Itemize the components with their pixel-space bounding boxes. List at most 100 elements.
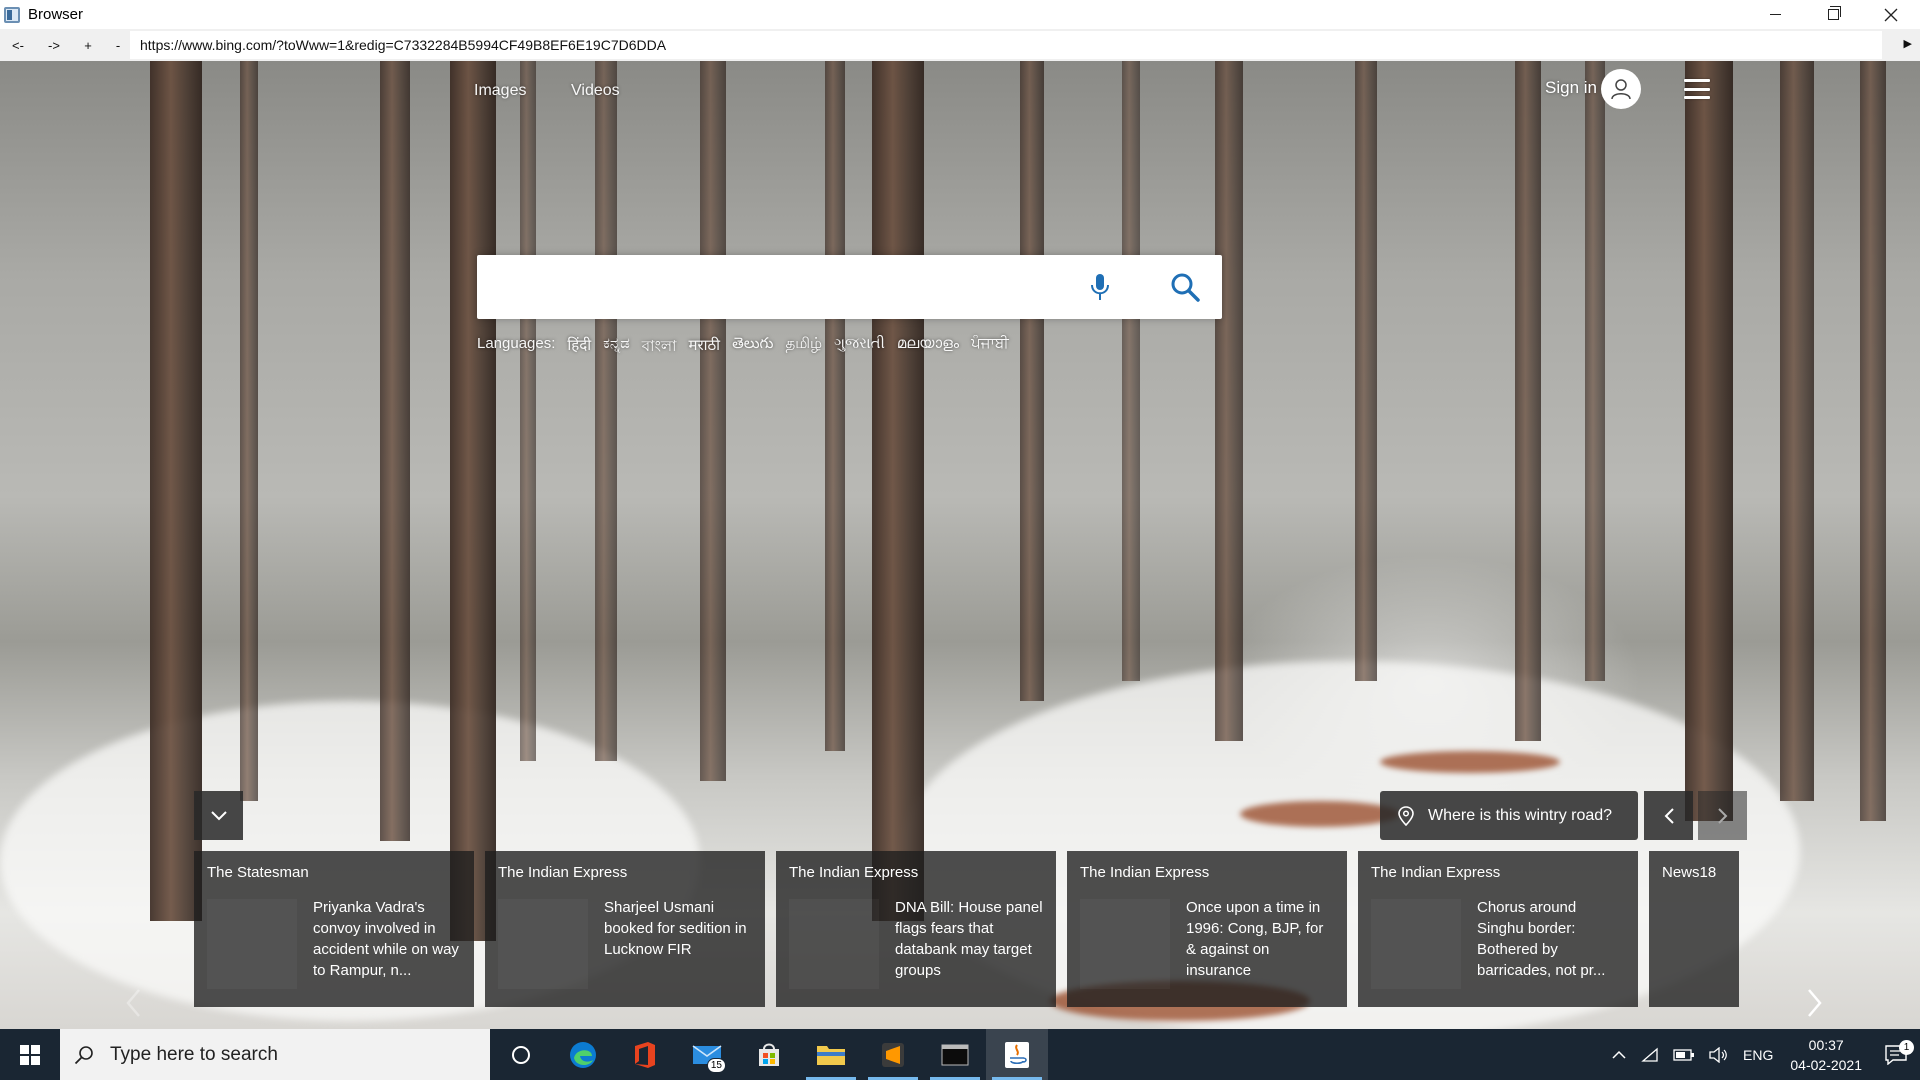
window-controls (1746, 0, 1920, 29)
news-source: The Indian Express (1080, 864, 1210, 881)
news-source: The Indian Express (789, 864, 919, 881)
close-button[interactable] (1862, 0, 1920, 29)
news-headline: Chorus around Singhu border: Bothered by… (1477, 899, 1606, 979)
nav-videos-link[interactable]: Videos (571, 82, 620, 100)
next-image-button[interactable] (1698, 791, 1747, 840)
news-card[interactable]: The Indian Express DNA Bill: House panel… (776, 851, 1056, 1007)
taskbar-terminal[interactable] (924, 1029, 986, 1080)
taskbar-office[interactable] (614, 1029, 676, 1080)
restore-icon (1827, 6, 1841, 20)
folder-icon (817, 1045, 845, 1065)
search-icon (74, 1045, 93, 1064)
minimize-button[interactable] (1746, 0, 1804, 29)
image-info-button[interactable]: Where is this wintry road? (1380, 791, 1638, 840)
taskbar-search-placeholder: Type here to search (110, 1043, 278, 1065)
taskbar-java-app[interactable] (986, 1029, 1048, 1080)
news-scroll-right-button[interactable] (1800, 983, 1830, 1023)
sign-in-link[interactable]: Sign in (1545, 78, 1597, 98)
search-input[interactable] (491, 267, 1081, 307)
battery-button[interactable] (1666, 1048, 1702, 1062)
taskbar-file-explorer[interactable] (800, 1029, 862, 1080)
notification-count-badge: 1 (1899, 1039, 1914, 1055)
news-headline: Once upon a time in 1996: Cong, BJP, for… (1186, 899, 1324, 979)
language-link-gujarati[interactable]: ગુજરાતી (834, 335, 885, 360)
language-link-hindi[interactable]: हिंदी (567, 335, 591, 360)
taskbar-edge[interactable] (552, 1029, 614, 1080)
language-link-kannada[interactable]: ಕನ್ನಡ (603, 335, 630, 360)
wifi-icon (1641, 1047, 1658, 1062)
network-button[interactable] (1634, 1047, 1666, 1063)
account-avatar[interactable] (1601, 69, 1641, 109)
taskbar-mail[interactable]: 15 (676, 1029, 738, 1080)
bing-homepage: Images Videos Sign in Languages: हिंदी ಕ… (0, 61, 1920, 1029)
browser-navbar: <- -> + - https://www.bing.com/?toWww=1&… (0, 29, 1920, 61)
battery-icon (1673, 1048, 1695, 1061)
news-headline: DNA Bill: House panel flags fears that d… (895, 899, 1043, 979)
hamburger-menu-icon[interactable] (1684, 79, 1710, 99)
system-tray: ENG 00:37 04-02-2021 1 (1604, 1029, 1920, 1080)
language-link-telugu[interactable]: తెలుగు (732, 335, 773, 360)
news-thumbnail (1371, 899, 1461, 989)
news-card[interactable]: The Indian Express Once upon a time in 1… (1067, 851, 1347, 1007)
news-card[interactable]: The Statesman Priyanka Vadra's convoy in… (194, 851, 474, 1007)
news-source: The Indian Express (498, 864, 628, 881)
image-info-text: Where is this wintry road? (1428, 806, 1613, 824)
store-icon (759, 1043, 779, 1066)
taskbar-sublime-text[interactable] (862, 1029, 924, 1080)
action-center-button[interactable]: 1 (1872, 1039, 1920, 1065)
nav-images-link[interactable]: Images (474, 82, 526, 100)
news-headline: Priyanka Vadra's convoy involved in acci… (313, 899, 459, 979)
show-hidden-icons-button[interactable] (1604, 1050, 1634, 1060)
collapse-news-button[interactable] (194, 791, 243, 840)
languages-bar: Languages: हिंदी ಕನ್ನಡ বাংলা मराठी తెలుగ… (477, 335, 1009, 360)
zoom-out-button[interactable]: - (104, 31, 132, 59)
news-card[interactable]: The Indian Express Chorus around Singhu … (1358, 851, 1638, 1007)
chevron-left-icon (1664, 807, 1674, 824)
news-source: The Statesman (207, 864, 309, 881)
browser-app-icon (4, 6, 20, 23)
language-link-bengali[interactable]: বাংলা (642, 335, 677, 360)
microphone-icon (1091, 274, 1109, 300)
clock-button[interactable]: 00:37 04-02-2021 (1780, 1035, 1872, 1075)
voice-search-button[interactable] (1082, 269, 1118, 305)
cortana-icon (512, 1045, 530, 1064)
back-button[interactable]: <- (0, 31, 36, 59)
previous-image-button[interactable] (1644, 791, 1693, 840)
mail-unread-badge: 15 (706, 1058, 726, 1073)
input-language-button[interactable]: ENG (1736, 1047, 1780, 1063)
location-pin-icon (1398, 805, 1414, 826)
news-thumbnail (498, 899, 588, 989)
languages-label: Languages: (477, 335, 556, 352)
chevron-up-icon (1612, 1050, 1626, 1059)
close-icon (1884, 8, 1898, 21)
search-button[interactable] (1165, 267, 1205, 307)
news-source: News18 (1662, 864, 1717, 881)
volume-button[interactable] (1702, 1046, 1736, 1063)
address-bar[interactable]: https://www.bing.com/?toWww=1&redig=C733… (130, 31, 1882, 59)
news-scroll-left-button[interactable] (118, 983, 148, 1023)
windows-taskbar: Type here to search 15 ENG 00:37 04-02-2… (0, 1029, 1920, 1080)
language-link-marathi[interactable]: मराठी (688, 335, 720, 360)
news-card[interactable]: News18 (1649, 851, 1739, 1007)
user-icon (1611, 79, 1631, 100)
window-titlebar: Browser (0, 0, 1920, 29)
window-title: Browser (28, 6, 84, 23)
language-link-punjabi[interactable]: ਪੰਜਾਬੀ (971, 335, 1009, 360)
start-button[interactable] (0, 1029, 60, 1080)
maximize-button[interactable] (1804, 0, 1862, 29)
language-link-malayalam[interactable]: മലയാളം (897, 335, 959, 360)
taskbar-store[interactable] (738, 1029, 800, 1080)
sublime-text-icon (882, 1042, 904, 1067)
news-card[interactable]: The Indian Express Sharjeel Usmani booke… (485, 851, 765, 1007)
minimize-icon (1769, 14, 1781, 15)
forward-button[interactable]: -> (36, 31, 72, 59)
news-headline: Sharjeel Usmani booked for sedition in L… (604, 899, 747, 958)
terminal-icon (941, 1044, 969, 1065)
go-button[interactable]: ▶ (1904, 37, 1912, 50)
taskbar-search-box[interactable]: Type here to search (60, 1029, 490, 1080)
language-link-tamil[interactable]: தமிழ் (786, 335, 823, 360)
zoom-in-button[interactable]: + (72, 31, 104, 59)
cortana-button[interactable] (490, 1029, 552, 1080)
chevron-left-icon (126, 989, 140, 1017)
chevron-right-icon (1808, 989, 1822, 1017)
